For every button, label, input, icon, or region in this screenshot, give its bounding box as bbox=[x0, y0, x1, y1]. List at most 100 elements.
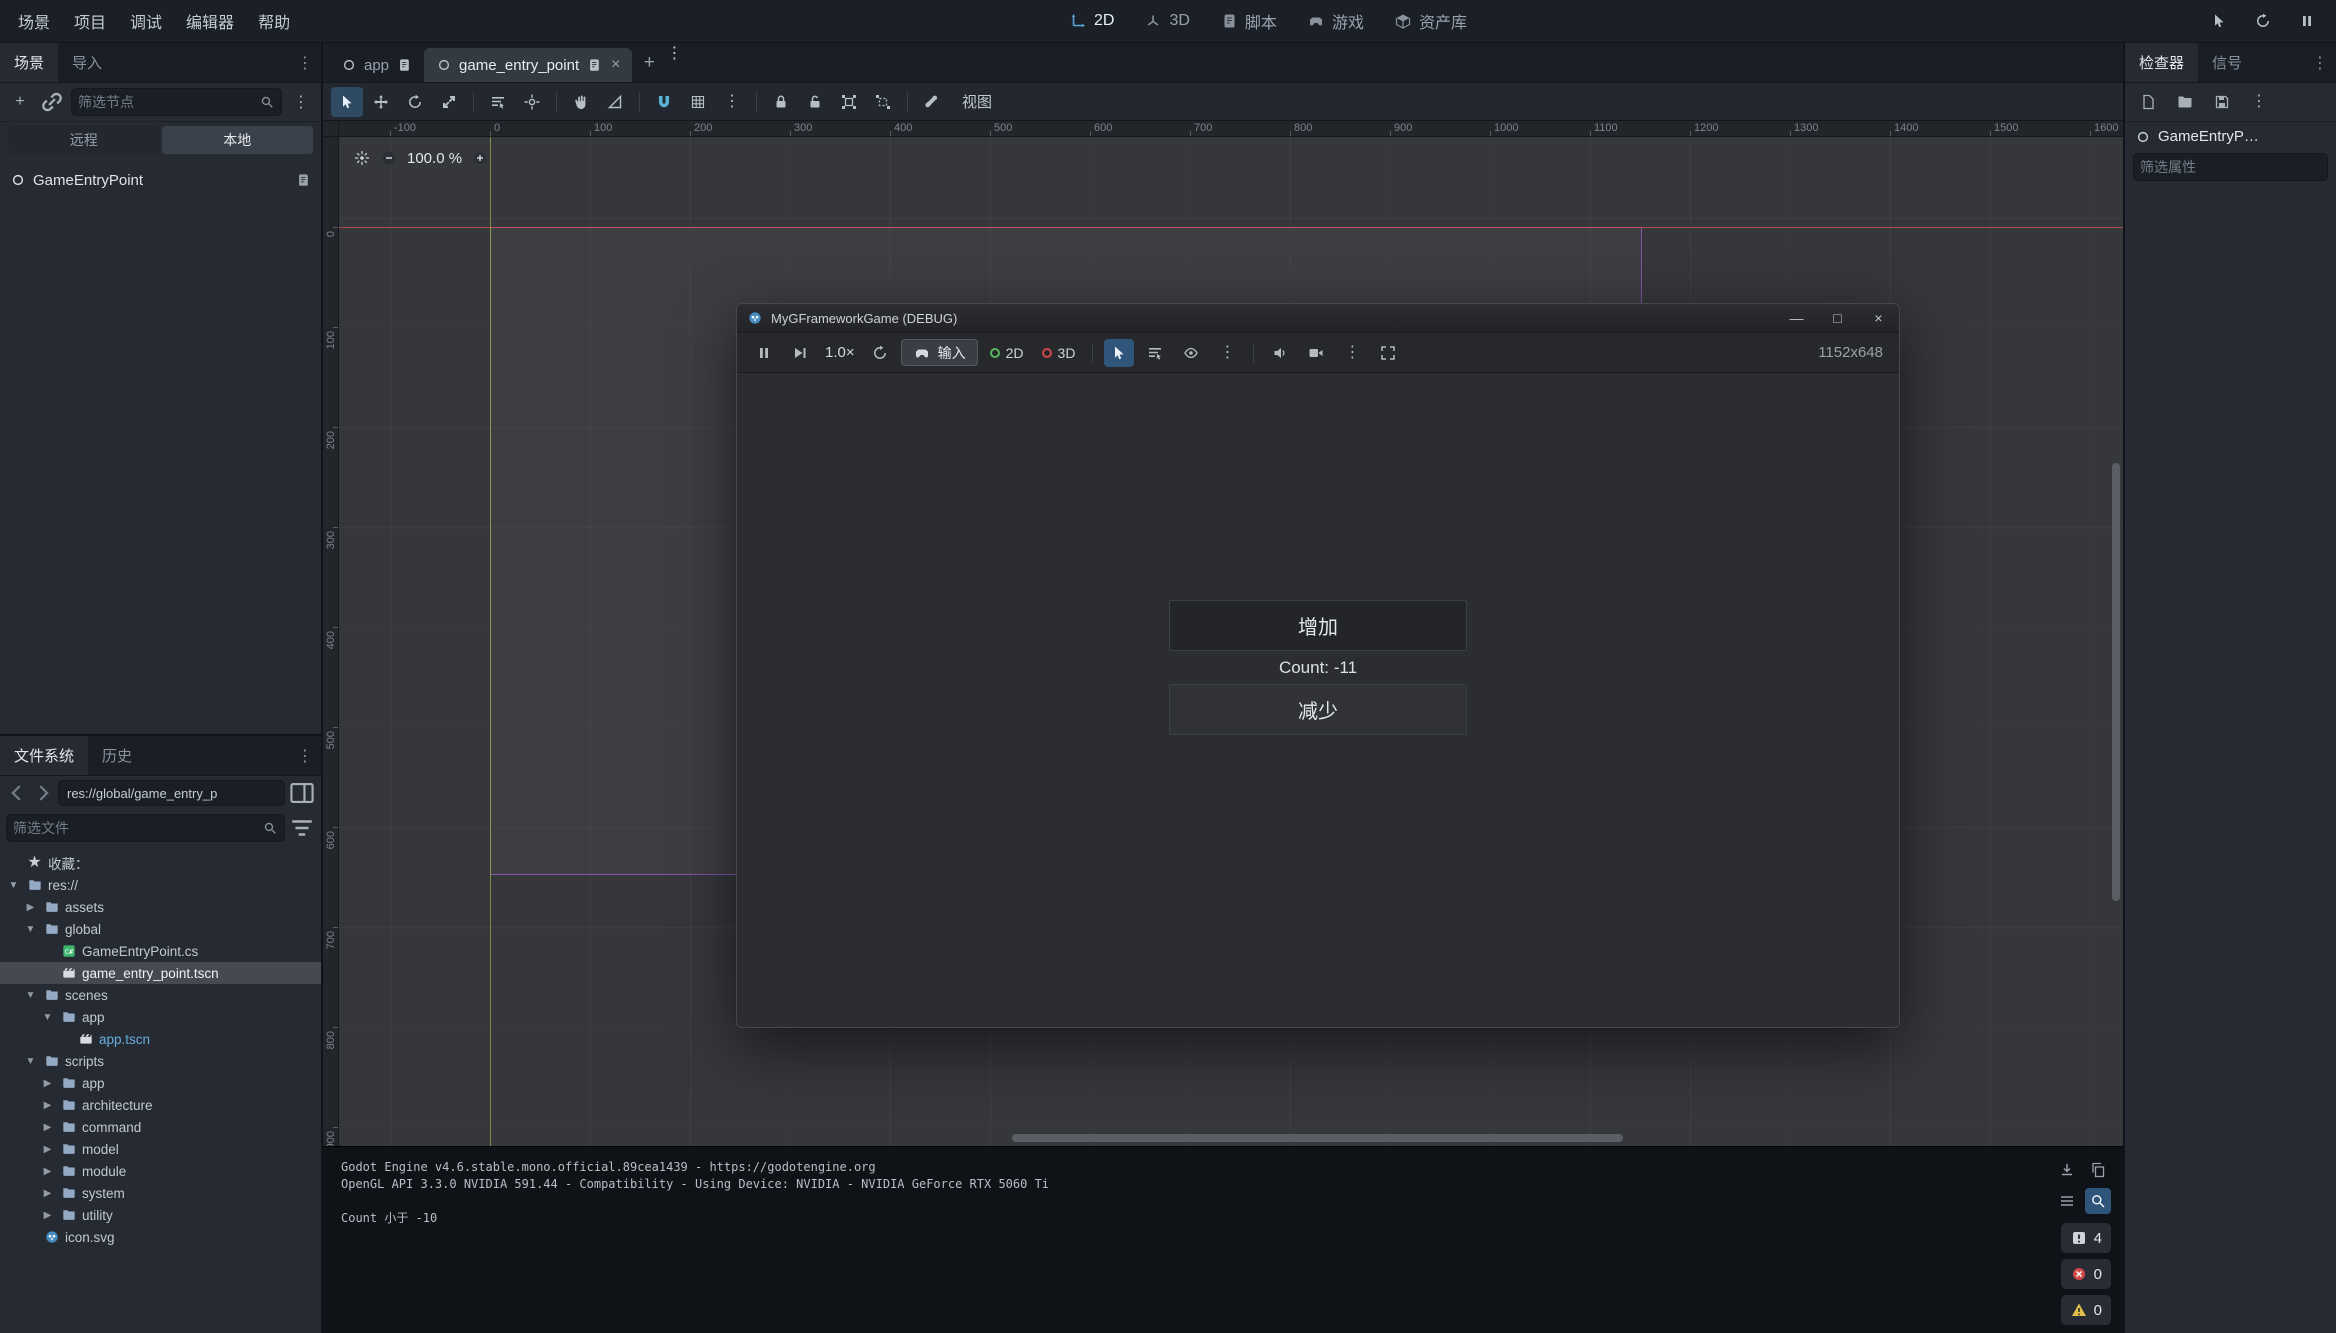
maximize-button[interactable]: □ bbox=[1817, 304, 1858, 332]
forward-button[interactable] bbox=[32, 781, 54, 805]
tab-signals[interactable]: 信号 bbox=[2198, 43, 2256, 82]
scene-tree-root-node[interactable]: GameEntryPoint bbox=[0, 166, 321, 194]
pause-game-button[interactable] bbox=[749, 339, 779, 367]
collapse-icon[interactable]: ▼ bbox=[40, 1012, 55, 1023]
menu-item-1[interactable]: 项目 bbox=[62, 0, 118, 42]
filter-files-input[interactable] bbox=[13, 820, 262, 836]
fs-item-system[interactable]: ▶system bbox=[0, 1182, 321, 1204]
search-output-button[interactable] bbox=[2085, 1188, 2111, 1214]
fs-item-app.tscn[interactable]: app.tscn bbox=[0, 1028, 321, 1050]
error-count-badge[interactable]: 0 bbox=[2061, 1259, 2111, 1289]
viewport-hscrollbar[interactable] bbox=[1012, 1134, 1623, 1142]
message-filters-button[interactable] bbox=[2054, 1188, 2080, 1214]
scene-tab-app[interactable]: app bbox=[329, 48, 424, 82]
camera-menu-button[interactable]: ⋮ bbox=[1337, 339, 1367, 367]
game-window-titlebar[interactable]: MyGFrameworkGame (DEBUG) — □ × bbox=[737, 304, 1899, 333]
local-button[interactable]: 本地 bbox=[162, 126, 314, 154]
scene-tree-menu[interactable]: ⋮ bbox=[288, 89, 314, 115]
menu-item-4[interactable]: 帮助 bbox=[246, 0, 302, 42]
fs-item-model[interactable]: ▶model bbox=[0, 1138, 321, 1160]
sort-files-button[interactable] bbox=[289, 815, 315, 841]
add-node-button[interactable]: + bbox=[7, 89, 33, 115]
game-list-select-button[interactable] bbox=[1140, 339, 1170, 367]
input-mode-button[interactable]: 输入 bbox=[901, 339, 978, 366]
speed-select[interactable]: 1.0× bbox=[821, 344, 859, 361]
debugger-badge[interactable]: 4 bbox=[2061, 1223, 2111, 1253]
restart-game-button[interactable] bbox=[865, 339, 895, 367]
zoom-out-button[interactable] bbox=[380, 149, 398, 167]
expand-icon[interactable]: ▶ bbox=[40, 1078, 55, 1089]
focus-running-game-button[interactable] bbox=[2206, 8, 2232, 34]
workspace-button-4[interactable]: 游戏 bbox=[1297, 6, 1374, 36]
back-button[interactable] bbox=[6, 781, 28, 805]
filter-nodes-input[interactable] bbox=[78, 94, 259, 110]
close-button[interactable]: × bbox=[1858, 304, 1899, 332]
workspace-button-2[interactable]: 3D bbox=[1134, 6, 1199, 36]
fs-item-architecture[interactable]: ▶architecture bbox=[0, 1094, 321, 1116]
snap-options-menu-button[interactable]: ⋮ bbox=[716, 87, 748, 117]
ungroup-selected-button[interactable] bbox=[867, 87, 899, 117]
menu-item-3[interactable]: 编辑器 bbox=[174, 0, 246, 42]
warning-count-badge[interactable]: 0 bbox=[2061, 1295, 2111, 1325]
embed-options-button[interactable] bbox=[1373, 339, 1403, 367]
pivot-mode-button[interactable] bbox=[516, 87, 548, 117]
fs-item-GameEntryPoint.cs[interactable]: C#GameEntryPoint.cs bbox=[0, 940, 321, 962]
decrease-button[interactable]: 减少 bbox=[1169, 684, 1467, 735]
fs-item-app[interactable]: ▶app bbox=[0, 1072, 321, 1094]
new-resource-button[interactable] bbox=[2135, 89, 2161, 115]
new-scene-tab-button[interactable]: + bbox=[632, 43, 666, 82]
selection-menu-button[interactable]: ⋮ bbox=[1212, 339, 1242, 367]
camera-override-button[interactable] bbox=[1301, 339, 1331, 367]
collapse-icon[interactable]: ▼ bbox=[23, 924, 38, 935]
split-dock-button[interactable] bbox=[289, 780, 315, 806]
game-select-mode-button[interactable] bbox=[1104, 339, 1134, 367]
scene-dock-menu[interactable]: ⋮ bbox=[289, 43, 321, 82]
tab-history[interactable]: 历史 bbox=[88, 736, 146, 775]
pause-game-button[interactable] bbox=[2294, 8, 2320, 34]
fs-item-module[interactable]: ▶module bbox=[0, 1160, 321, 1182]
list-select-mode-button[interactable] bbox=[482, 87, 514, 117]
select-mode-button[interactable] bbox=[331, 87, 363, 117]
mute-audio-button[interactable] bbox=[1265, 339, 1295, 367]
view-menu-button[interactable]: 视图 bbox=[950, 87, 1004, 117]
close-tab-icon[interactable]: × bbox=[611, 56, 620, 74]
expand-icon[interactable]: ▶ bbox=[40, 1100, 55, 1111]
inspector-dock-menu[interactable]: ⋮ bbox=[2304, 43, 2336, 82]
ruler-mode-button[interactable] bbox=[599, 87, 631, 117]
lock-selected-button[interactable] bbox=[765, 87, 797, 117]
expand-icon[interactable]: ▶ bbox=[40, 1166, 55, 1177]
viewport-2d[interactable]: -100010020030040050060070080090010001100… bbox=[323, 121, 2123, 1146]
expand-icon[interactable]: ▶ bbox=[40, 1144, 55, 1155]
current-path-input[interactable] bbox=[59, 786, 284, 801]
collapse-icon[interactable]: ▼ bbox=[23, 1056, 38, 1067]
save-resource-button[interactable] bbox=[2209, 89, 2235, 115]
skeleton-options-button[interactable] bbox=[916, 87, 948, 117]
fs-item-game_entry_point.tscn[interactable]: game_entry_point.tscn bbox=[0, 962, 321, 984]
move-mode-button[interactable] bbox=[365, 87, 397, 117]
fs-item-icon.svg[interactable]: icon.svg bbox=[0, 1226, 321, 1248]
menu-item-2[interactable]: 调试 bbox=[118, 0, 174, 42]
fs-item-res[interactable]: ▼res:// bbox=[0, 874, 321, 896]
open-script-icon[interactable] bbox=[295, 172, 311, 188]
fs-item-scripts[interactable]: ▼scripts bbox=[0, 1050, 321, 1072]
collapse-icon[interactable]: ▼ bbox=[6, 880, 21, 891]
rotate-mode-button[interactable] bbox=[399, 87, 431, 117]
increase-button[interactable]: 增加 bbox=[1169, 600, 1467, 651]
next-frame-button[interactable] bbox=[785, 339, 815, 367]
fs-item-utility[interactable]: ▶utility bbox=[0, 1204, 321, 1226]
expand-icon[interactable]: ▶ bbox=[23, 902, 38, 913]
inspector-menu-button[interactable]: ⋮ bbox=[2246, 89, 2272, 115]
fs-item-scenes[interactable]: ▼scenes bbox=[0, 984, 321, 1006]
copy-output-button[interactable] bbox=[2085, 1157, 2111, 1183]
filesystem-dock-menu[interactable]: ⋮ bbox=[289, 736, 321, 775]
scale-mode-button[interactable] bbox=[433, 87, 465, 117]
scene-tabs-menu[interactable]: ⋮ bbox=[666, 43, 682, 82]
collapse-icon[interactable]: ▼ bbox=[23, 990, 38, 1001]
fs-item-app[interactable]: ▼app bbox=[0, 1006, 321, 1028]
scroll-to-end-button[interactable] bbox=[2054, 1157, 2080, 1183]
zoom-in-button[interactable] bbox=[471, 149, 489, 167]
camera-2d-button[interactable]: 2D bbox=[984, 345, 1030, 361]
viewport-vscrollbar[interactable] bbox=[2112, 463, 2120, 901]
minimize-button[interactable]: — bbox=[1776, 304, 1817, 332]
tab-inspector[interactable]: 检查器 bbox=[2125, 43, 2198, 82]
